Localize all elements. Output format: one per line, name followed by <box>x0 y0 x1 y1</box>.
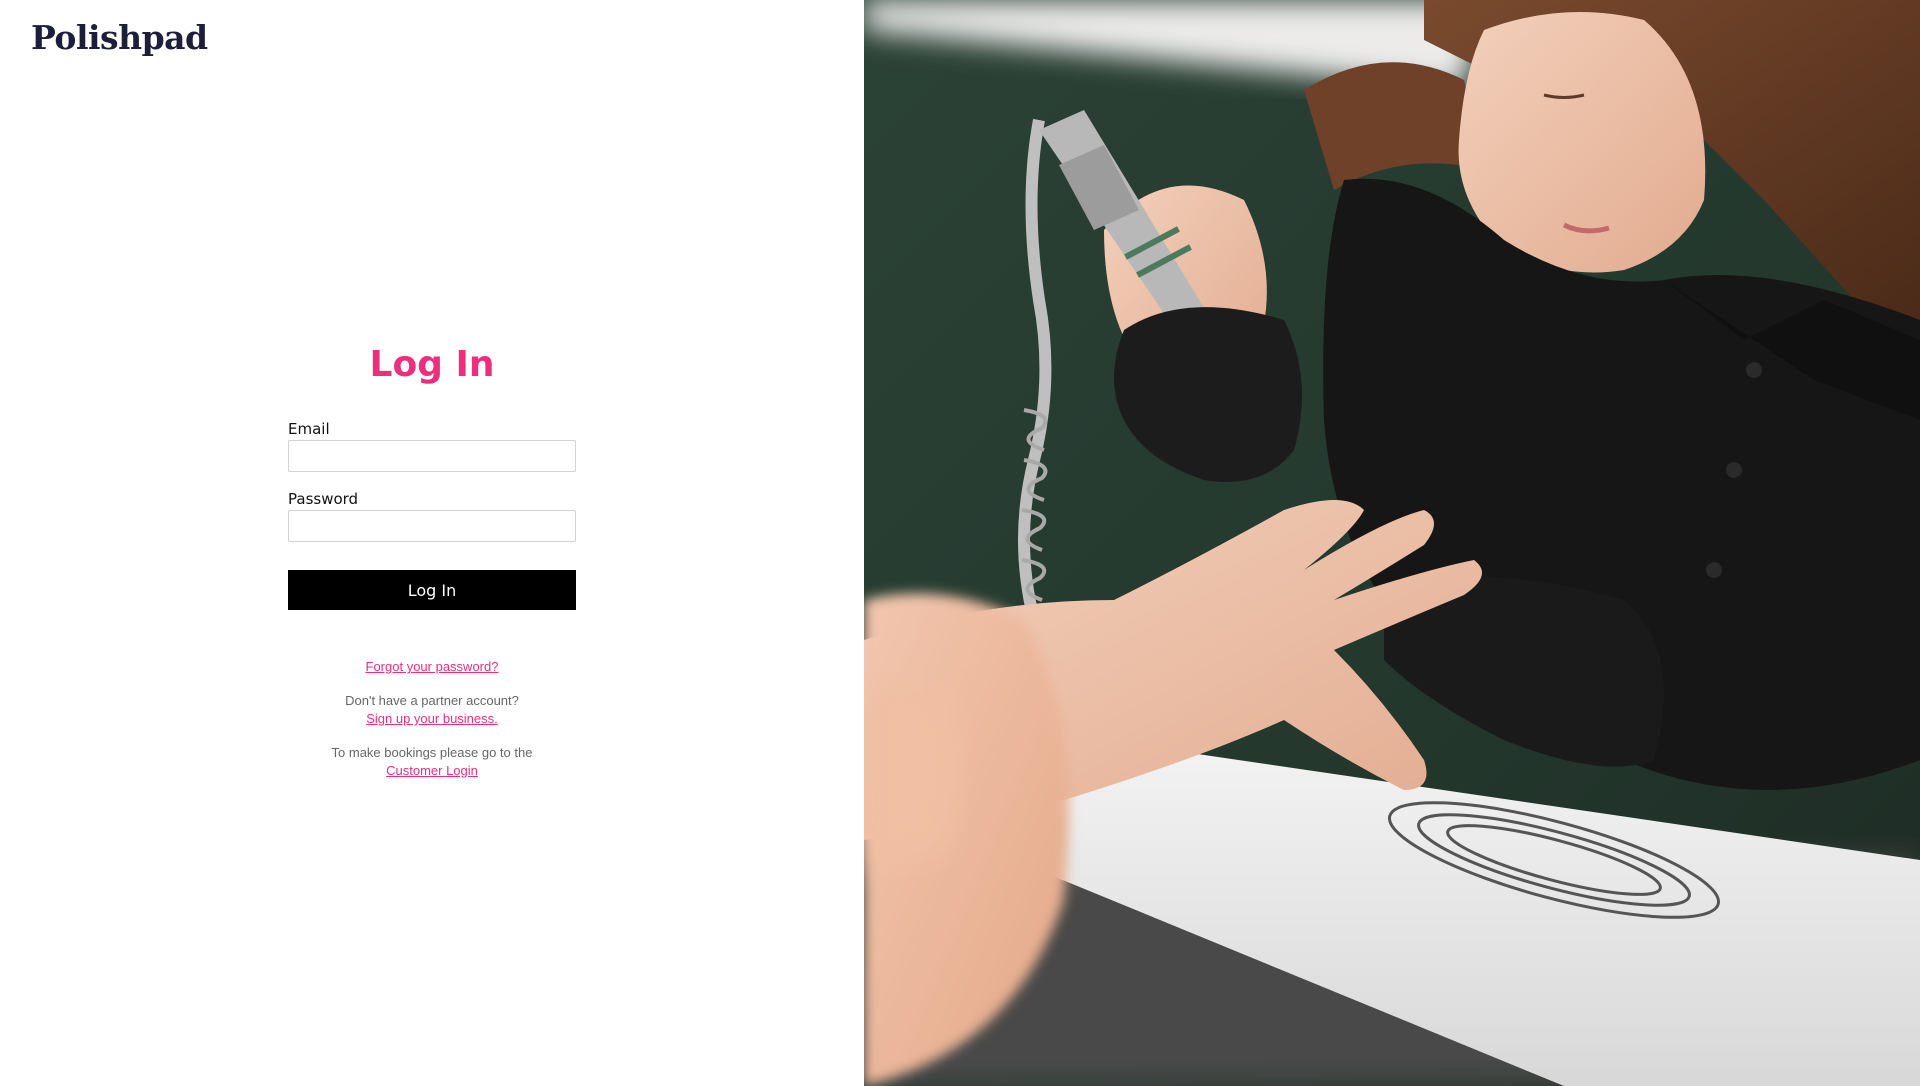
login-page: Polishpad Log In Email Password Log In F… <box>0 0 1920 1086</box>
page-title: Log In <box>369 344 495 385</box>
signup-business-link[interactable]: Sign up your business. <box>366 711 498 726</box>
login-form: Log In Email Password Log In Forgot your… <box>288 340 576 796</box>
partner-prompt-text: Don't have a partner account? <box>345 693 519 708</box>
bookings-prompt-text: To make bookings please go to the <box>331 745 533 760</box>
password-field[interactable] <box>288 510 576 542</box>
brand-logo[interactable]: Polishpad <box>31 18 208 57</box>
hero-image <box>864 0 1920 1086</box>
password-label: Password <box>288 490 359 508</box>
email-label: Email <box>288 420 330 438</box>
manicure-photo <box>864 0 1920 1086</box>
auth-links: Forgot your password? Don't have a partn… <box>288 658 576 780</box>
forgot-password-link[interactable]: Forgot your password? <box>366 659 499 674</box>
login-button[interactable]: Log In <box>288 570 576 610</box>
login-panel: Polishpad Log In Email Password Log In F… <box>0 0 864 1086</box>
customer-login-link[interactable]: Customer Login <box>386 763 478 778</box>
email-field[interactable] <box>288 440 576 472</box>
